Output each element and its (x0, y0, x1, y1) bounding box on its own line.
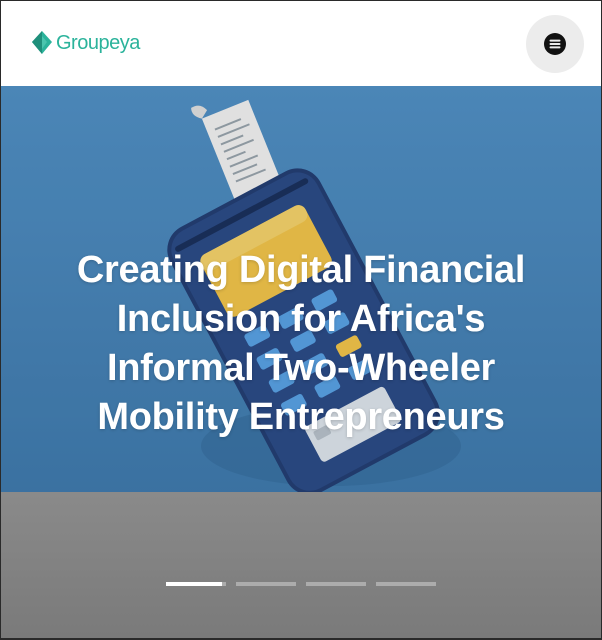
menu-button[interactable] (526, 15, 584, 73)
slide-indicator-3[interactable] (306, 582, 366, 586)
slide-indicator-2[interactable] (236, 582, 296, 586)
hero-title: Creating Digital Financial Inclusion for… (51, 246, 551, 442)
diamond-leaf-icon (31, 30, 53, 56)
hero-banner: Creating Digital Financial Inclusion for… (1, 86, 601, 638)
page-frame: Groupeya (0, 0, 602, 640)
hero-bottom-panel (1, 492, 601, 638)
logo-text: Groupeya (56, 33, 140, 53)
site-header: Groupeya (1, 1, 601, 86)
hamburger-menu-icon (544, 33, 566, 55)
slide-indicator-4[interactable] (376, 582, 436, 586)
logo[interactable]: Groupeya (31, 30, 140, 56)
slide-indicator-1[interactable] (166, 582, 226, 586)
slider-pagination (1, 582, 601, 588)
